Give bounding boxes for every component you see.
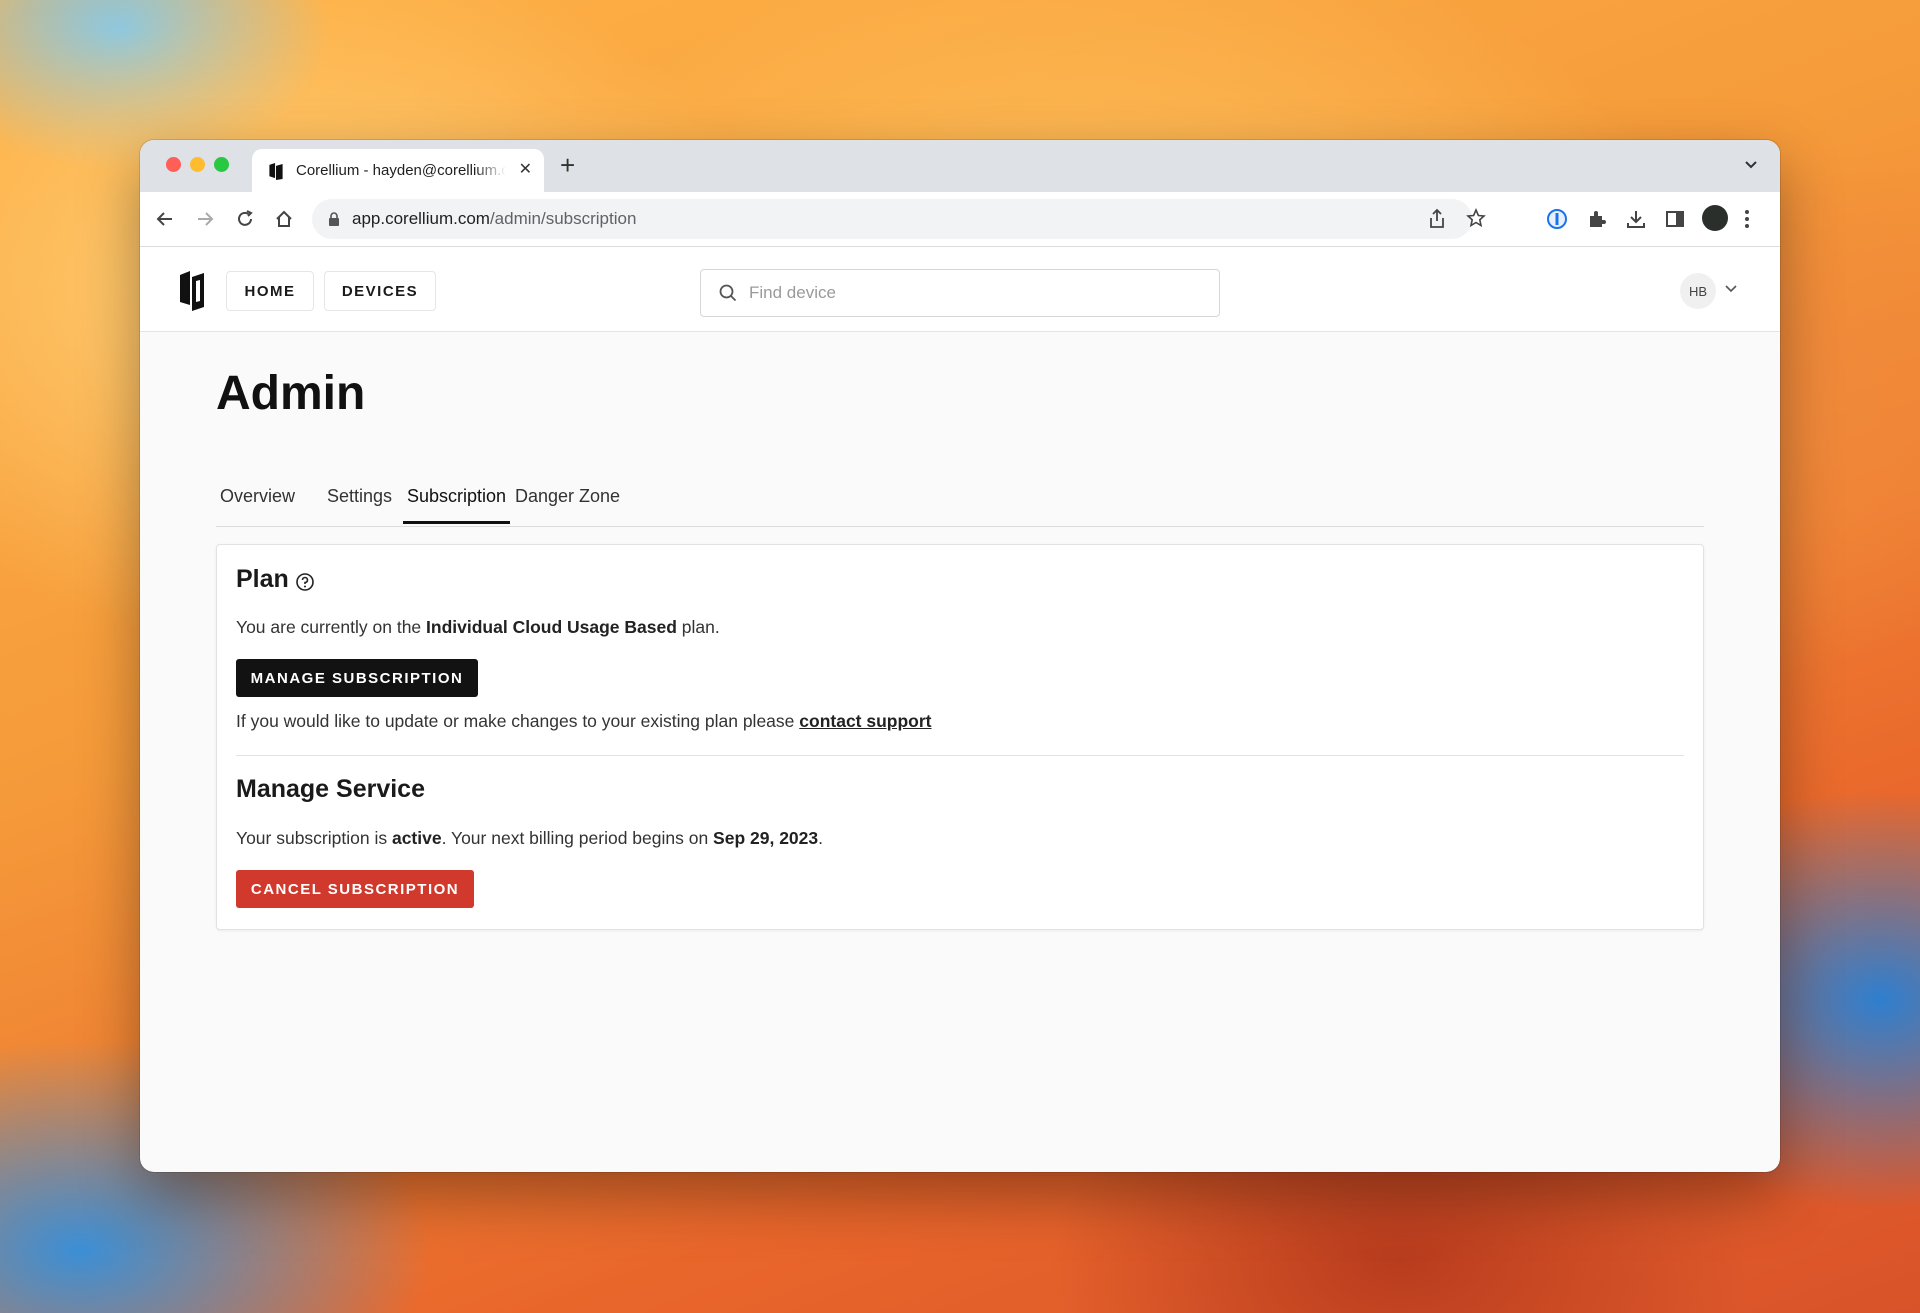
manage-service-heading: Manage Service [236,775,425,803]
reload-icon[interactable] [234,208,256,230]
admin-tabs: Overview Settings Subscription Danger Zo… [216,476,1704,527]
tab-settings[interactable]: Settings [323,486,396,521]
password-manager-extension-icon[interactable] [1546,208,1568,230]
plan-heading: Plan [236,565,289,593]
user-avatar[interactable]: HB [1680,273,1716,309]
browser-menu-kebab-icon[interactable] [1744,208,1750,230]
find-device-search [700,269,1220,317]
new-tab-icon[interactable]: + [560,152,575,178]
tab-title: Corellium - hayden@corellium.com [296,162,506,179]
minimize-window-button[interactable] [190,157,205,172]
tab-search-chevron-icon[interactable] [1744,160,1758,170]
back-arrow-icon[interactable] [154,208,176,230]
address-bar[interactable]: app.corellium.com/admin/subscription [312,199,1486,239]
tab-overview[interactable]: Overview [216,486,299,521]
billing-date: Sep 29, 2023 [713,828,819,848]
maximize-window-button[interactable] [214,157,229,172]
nav-devices-button[interactable]: DEVICES [324,271,436,311]
current-plan-text: You are currently on the Individual Clou… [236,617,720,637]
download-icon[interactable] [1625,208,1647,230]
subscription-status: active [391,828,442,848]
tab-subscription[interactable]: Subscription [403,486,511,524]
browser-tab[interactable]: Corellium - hayden@corellium.com ✕ [252,149,544,192]
lock-icon [329,212,339,226]
page-title: Admin [216,367,366,420]
browser-toolbar: app.corellium.com/admin/subscription [140,192,1780,247]
corellium-favicon-icon [269,163,283,180]
contact-support-link[interactable]: contact support [799,711,931,731]
browser-profile-avatar[interactable] [1702,205,1728,231]
manage-subscription-button[interactable]: MANAGE SUBSCRIPTION [236,659,478,697]
home-icon[interactable] [273,208,295,230]
nav-home-button[interactable]: HOME [226,271,314,311]
browser-window: Corellium - hayden@corellium.com ✕ + app [140,140,1780,1172]
subscription-card: Plan You are currently on the Individual… [216,544,1704,930]
help-circle-icon[interactable] [295,572,315,592]
bookmark-star-icon[interactable] [1466,208,1486,228]
tab-danger-zone[interactable]: Danger Zone [511,486,624,521]
forward-arrow-icon[interactable] [194,208,216,230]
support-text: If you would like to update or make chan… [236,711,932,731]
side-panel-icon[interactable] [1664,208,1686,230]
section-divider [236,755,1684,756]
url-text: app.corellium.com/admin/subscription [352,209,637,228]
extensions-puzzle-icon[interactable] [1586,208,1608,230]
share-icon[interactable] [1428,208,1446,230]
tab-strip: Corellium - hayden@corellium.com ✕ + [140,140,1780,192]
app-header: HOME DEVICES HB [140,247,1780,332]
close-window-button[interactable] [166,157,181,172]
subscription-status-text: Your subscription is active. Your next b… [236,828,823,848]
tab-close-icon[interactable]: ✕ [519,161,532,179]
corellium-logo-icon[interactable] [178,271,206,311]
search-input[interactable] [747,278,1191,308]
plan-name: Individual Cloud Usage Based [426,617,677,637]
search-icon [719,284,737,302]
chevron-down-icon[interactable] [1725,285,1737,293]
cancel-subscription-button[interactable]: CANCEL SUBSCRIPTION [236,870,474,908]
